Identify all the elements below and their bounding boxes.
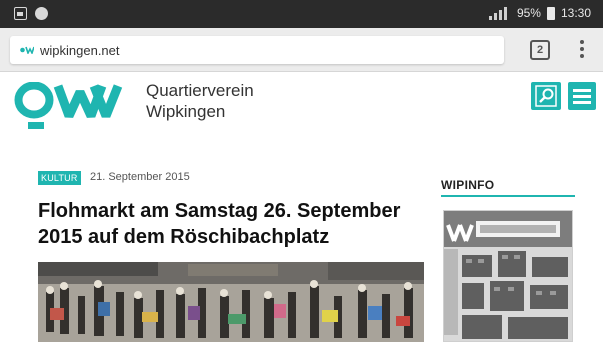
article-image[interactable] [38,262,424,342]
search-button[interactable] [531,82,561,110]
gallery-notification-icon [14,7,27,20]
site-favicon-icon [20,46,34,54]
search-icon [535,85,557,107]
org-name-line2: Wipkingen [146,102,226,121]
wipinfo-cover[interactable] [443,210,573,342]
qvw-logo[interactable] [14,82,130,132]
clock: 13:30 [560,6,591,20]
browser-menu-icon[interactable] [578,40,586,60]
sidebar-title: WIPINFO [441,178,495,192]
url-text: wipkingen.net [40,43,120,58]
menu-button[interactable] [568,82,596,110]
article-title-line1: Flohmarkt am Samstag 26. September [38,200,401,222]
battery-icon [546,6,555,20]
org-name-line1: Quartierverein [146,81,254,100]
address-bar[interactable]: wipkingen.net [10,36,504,64]
wipinfo-cover-image [444,211,572,341]
browser-toolbar: wipkingen.net 2 [0,28,603,72]
app-notification-icon [35,7,48,20]
status-bar: 95% 13:30 [0,0,603,28]
battery-percent: 95% [516,6,541,20]
article-title[interactable]: Flohmarkt am Samstag 26. September 2015 … [38,198,418,250]
organisation-name: Quartierverein Wipkingen [146,80,254,122]
sidebar-divider [441,195,575,197]
flea-market-photo [38,262,424,342]
tab-switcher-button[interactable]: 2 [530,40,550,60]
article-title-line2: 2015 auf dem Röschibachplatz [38,226,330,248]
status-indicators: 95% 13:30 [488,6,591,20]
category-badge[interactable]: KULTUR [38,171,81,185]
article-date: 21. September 2015 [90,171,190,183]
signal-icon [488,6,511,20]
notification-icons [14,7,48,20]
